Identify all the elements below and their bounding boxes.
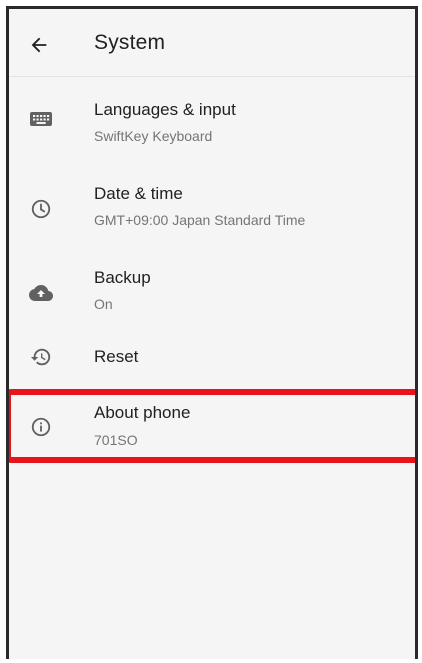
page-title: System (94, 31, 166, 54)
arrow-back-icon (31, 37, 47, 53)
settings-item-about-phone[interactable]: About phone 701SO (9, 389, 415, 463)
keyboard-icon (29, 107, 53, 131)
settings-item-summary: On (94, 296, 113, 312)
settings-item-label: Date & time (94, 184, 183, 203)
clock-icon (29, 197, 53, 221)
info-icon (29, 415, 53, 439)
settings-screen: System Languages & input SwiftKey Keyboa… (6, 6, 418, 659)
settings-item-summary: GMT+09:00 Japan Standard Time (94, 212, 306, 228)
settings-item-label: Reset (94, 347, 139, 366)
settings-item-backup[interactable]: Backup On (9, 245, 415, 329)
cloud-upload-icon (29, 281, 53, 305)
settings-item-date-time[interactable]: Date & time GMT+09:00 Japan Standard Tim… (9, 161, 415, 245)
settings-item-summary: SwiftKey Keyboard (94, 128, 213, 144)
settings-item-label: About phone (94, 403, 191, 422)
settings-item-reset[interactable]: Reset (9, 329, 415, 389)
back-button[interactable] (21, 27, 57, 63)
settings-item-summary: 701SO (94, 432, 138, 448)
settings-item-languages[interactable]: Languages & input SwiftKey Keyboard (9, 77, 415, 161)
settings-item-label: Languages & input (94, 100, 236, 119)
restore-icon (29, 345, 53, 369)
settings-item-label: Backup (94, 268, 151, 287)
app-bar: System (9, 9, 415, 77)
